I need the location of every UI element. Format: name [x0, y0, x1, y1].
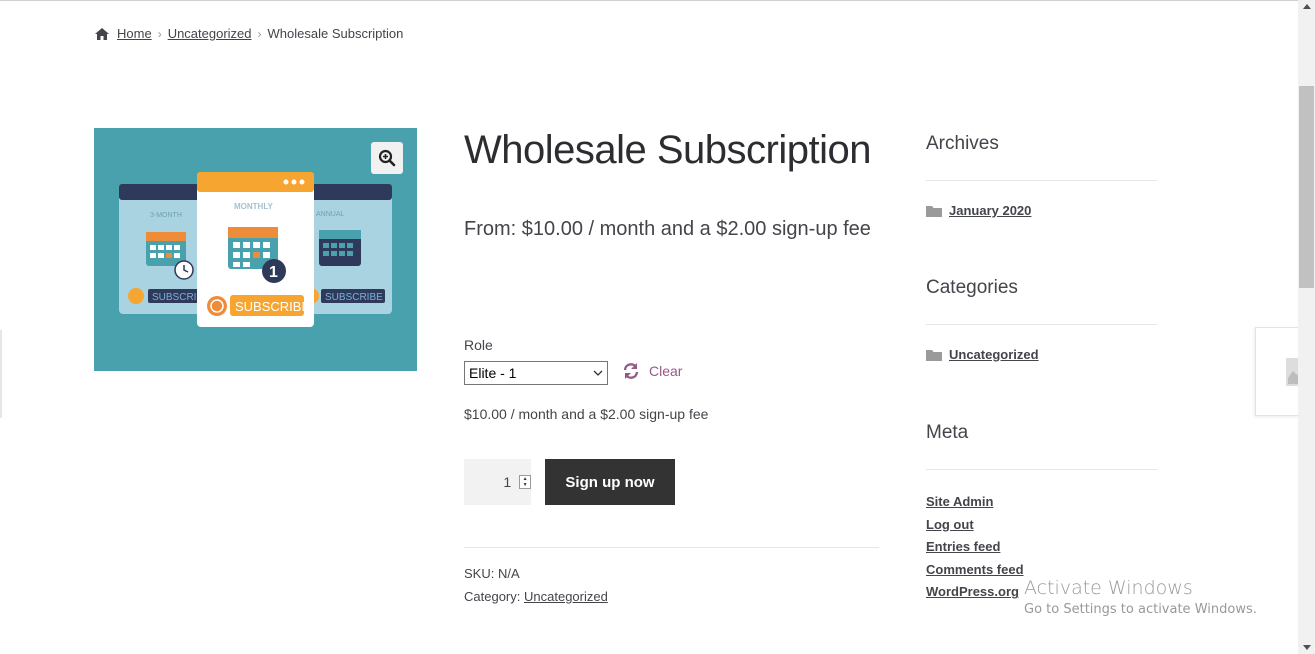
- subscription-illustration: 3-MONTH SUBSCRIBE ANNUAL SUBSCRIBE MONTH…: [119, 172, 392, 327]
- categories-title: Categories: [926, 277, 1018, 298]
- category-link-uncategorized[interactable]: Uncategorized: [949, 347, 1039, 362]
- scroll-thumb[interactable]: [1299, 86, 1314, 288]
- category-line: Category: Uncategorized: [464, 589, 608, 604]
- divider: [926, 324, 1157, 325]
- refresh-icon: [623, 363, 639, 379]
- activate-windows-subtitle: Go to Settings to activate Windows.: [1024, 602, 1257, 617]
- right-subscribe-text: SUBSCRIBE: [325, 292, 383, 303]
- price-from: From: $10.00 / month and a $2.00 sign-up…: [464, 218, 871, 240]
- badge-number: 1: [269, 264, 278, 281]
- left-edge-panel: [0, 330, 2, 418]
- top-border: [0, 0, 1298, 1]
- product-image[interactable]: 3-MONTH SUBSCRIBE ANNUAL SUBSCRIBE MONTH…: [94, 128, 417, 371]
- clear-variation-link[interactable]: Clear: [622, 362, 682, 380]
- magnify-icon: [378, 149, 396, 167]
- meta-title: Meta: [926, 422, 969, 443]
- chevron-down-icon: [593, 370, 603, 376]
- home-icon: [95, 27, 109, 40]
- breadcrumb-home-link[interactable]: Home: [117, 26, 152, 41]
- floating-side-panel[interactable]: [1255, 327, 1302, 416]
- category-label: Category:: [464, 589, 521, 604]
- role-select[interactable]: Elite - 1: [464, 361, 608, 385]
- activate-windows-title: Activate Windows: [1024, 577, 1193, 599]
- archives-title: Archives: [926, 133, 999, 154]
- quantity-value[interactable]: 1: [464, 474, 515, 490]
- decrement-icon[interactable]: ▼: [520, 482, 530, 488]
- archive-item: January 2020: [926, 203, 1031, 218]
- quantity-spinner[interactable]: ▲ ▼: [519, 475, 531, 489]
- meta-link-log-out[interactable]: Log out: [926, 516, 1024, 539]
- breadcrumb-current: Wholesale Subscription: [267, 26, 404, 41]
- right-card-label: ANNUAL: [316, 211, 345, 218]
- folder-icon: [926, 349, 942, 361]
- meta-link-comments-feed[interactable]: Comments feed: [926, 561, 1024, 584]
- left-card-label: 3-MONTH: [150, 212, 182, 219]
- sku-value: N/A: [497, 566, 520, 581]
- meta-link-entries-feed[interactable]: Entries feed: [926, 538, 1024, 561]
- vertical-scrollbar[interactable]: [1298, 0, 1315, 654]
- archive-link-january-2020[interactable]: January 2020: [949, 203, 1031, 218]
- center-card-label: MONTHLY: [234, 202, 273, 211]
- folder-icon: [926, 205, 942, 217]
- role-selected-value: Elite - 1: [469, 365, 517, 381]
- divider: [926, 180, 1157, 181]
- zoom-button[interactable]: [371, 142, 403, 174]
- meta-link-site-admin[interactable]: Site Admin: [926, 493, 1024, 516]
- breadcrumb-category-link[interactable]: Uncategorized: [168, 26, 252, 41]
- clear-label: Clear: [649, 363, 683, 379]
- scroll-up-arrow-icon[interactable]: [1303, 4, 1311, 9]
- product-title: Wholesale Subscription: [464, 128, 872, 172]
- scroll-down-arrow-icon[interactable]: [1303, 645, 1311, 650]
- role-label: Role: [464, 337, 493, 353]
- sku-line: SKU: N/A: [464, 566, 520, 581]
- quantity-stepper[interactable]: 1 ▲ ▼: [464, 459, 531, 505]
- center-subscribe-text: SUBSCRIBE: [235, 299, 310, 314]
- divider: [926, 469, 1157, 470]
- meta-link-wordpress-org[interactable]: WordPress.org: [926, 583, 1024, 606]
- category-link[interactable]: Uncategorized: [524, 589, 608, 604]
- sku-label: SKU:: [464, 566, 495, 581]
- breadcrumb-separator: ›: [257, 26, 262, 41]
- breadcrumb-separator: ›: [157, 26, 162, 41]
- variation-price: $10.00 / month and a $2.00 sign-up fee: [464, 406, 709, 422]
- breadcrumb: Home › Uncategorized › Wholesale Subscri…: [94, 26, 403, 41]
- sign-up-button[interactable]: Sign up now: [545, 459, 675, 505]
- meta-links: Site Admin Log out Entries feed Comments…: [926, 493, 1024, 606]
- category-item: Uncategorized: [926, 347, 1039, 362]
- divider: [464, 547, 879, 548]
